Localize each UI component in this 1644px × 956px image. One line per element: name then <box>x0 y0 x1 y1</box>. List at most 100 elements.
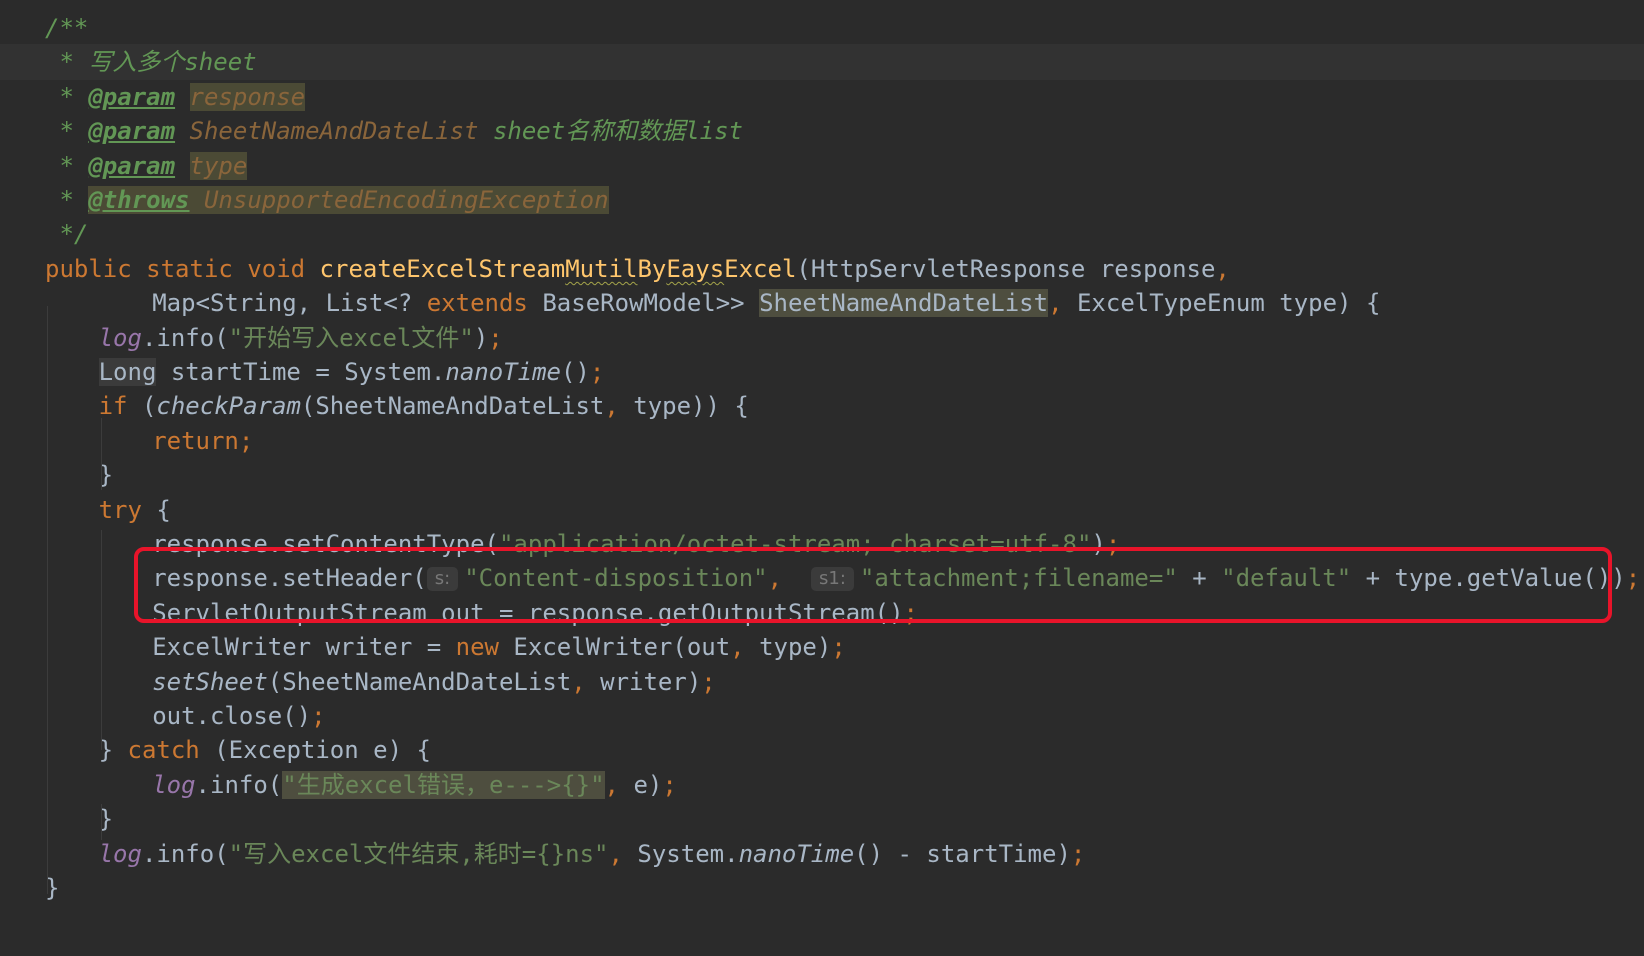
code-token: e) <box>633 770 663 799</box>
code-text: * @param type <box>45 148 248 184</box>
code-token: Long <box>98 358 157 386</box>
code-token: /** <box>45 14 89 42</box>
code-token: catch <box>127 736 200 765</box>
code-token: , <box>608 839 638 868</box>
code-line[interactable]: return; <box>0 423 1644 459</box>
code-token: extends <box>426 289 528 318</box>
code-text: ServletOutputStream out = response.getOu… <box>152 595 918 631</box>
code-token: "attachment;filename=" <box>859 564 1178 593</box>
code-token: (SheetNameAndDateList <box>300 392 605 421</box>
code-token: () <box>560 358 590 386</box>
code-token: (HttpServletResponse response <box>796 254 1216 283</box>
code-token: * 写入多个sheet <box>45 48 257 77</box>
code-line[interactable]: * @param SheetNameAndDateList sheet名称和数据… <box>0 113 1644 149</box>
code-token: "开始写入excel文件" <box>228 323 474 352</box>
code-token: "写入excel文件结束,耗时={}ns" <box>228 839 609 868</box>
code-token: new <box>455 633 499 662</box>
code-token: , <box>767 564 811 593</box>
code-token: SheetNameAndDateList <box>189 117 479 146</box>
code-text: public static void createExcelStreamMuti… <box>45 251 1230 287</box>
code-token: ; <box>589 358 605 386</box>
code-line[interactable]: ExcelWriter writer = new ExcelWriter(out… <box>0 629 1644 665</box>
code-line[interactable]: log.info("开始写入excel文件"); <box>0 320 1644 356</box>
code-line[interactable]: if (checkParam(SheetNameAndDateList, typ… <box>0 388 1644 424</box>
code-line[interactable]: } <box>0 801 1644 837</box>
indent-guide <box>47 306 48 894</box>
code-token: , <box>1048 289 1077 318</box>
code-token: response.setHeader( <box>152 564 427 593</box>
code-line[interactable]: /** <box>0 10 1644 46</box>
code-text: log.info("写入excel文件结束,耗时={}ns", System.n… <box>99 836 1086 872</box>
code-token: type <box>189 151 248 180</box>
code-line[interactable]: try { <box>0 492 1644 528</box>
code-text: * @param SheetNameAndDateList sheet名称和数据… <box>45 113 743 149</box>
code-text: if (checkParam(SheetNameAndDateList, typ… <box>99 388 749 424</box>
code-line[interactable]: } <box>0 457 1644 493</box>
code-text: * @throws UnsupportedEncodingException <box>45 182 609 218</box>
code-line[interactable]: Map<String, List<? extends BaseRowModel>… <box>0 285 1644 321</box>
code-token: .info( <box>141 323 229 352</box>
code-line[interactable]: public static void createExcelStreamMuti… <box>0 251 1644 287</box>
code-token: } <box>98 736 128 765</box>
code-text: log.info("生成excel错误，e--->{}", e); <box>152 767 677 803</box>
code-text: response.setContentType("application/oct… <box>152 526 1120 562</box>
code-token: nanoTime <box>445 358 561 386</box>
code-token: SheetNameAndDateList <box>759 289 1049 318</box>
code-token: , <box>571 667 601 696</box>
code-text: ExcelWriter writer = new ExcelWriter(out… <box>152 629 846 665</box>
code-text: try { <box>99 492 171 528</box>
code-token: , <box>604 392 634 421</box>
code-text: log.info("开始写入excel文件"); <box>99 320 503 356</box>
code-line[interactable]: Long startTime = System.nanoTime(); <box>0 354 1644 390</box>
code-line[interactable]: */ <box>0 216 1644 252</box>
code-text: response.setHeader(s: "Content-dispositio… <box>152 560 1640 596</box>
code-token: createExcelStream <box>319 254 566 283</box>
code-line[interactable]: setSheet(SheetNameAndDateList, writer); <box>0 664 1644 700</box>
code-token: response <box>189 82 306 111</box>
code-token: log <box>152 770 196 799</box>
code-token: , <box>730 633 760 662</box>
code-text: out.close(); <box>152 698 325 734</box>
parameter-hint: s: <box>426 567 459 592</box>
code-token: () - startTime) <box>854 839 1071 868</box>
code-token: Eays <box>666 254 725 283</box>
code-token: @throws <box>88 186 190 214</box>
code-line[interactable]: * @param response <box>0 79 1644 115</box>
code-line[interactable]: } catch (Exception e) { <box>0 732 1644 768</box>
code-text: */ <box>45 216 88 252</box>
code-line[interactable]: log.info("写入excel文件结束,耗时={}ns", System.n… <box>0 836 1644 872</box>
code-token: ; <box>701 667 716 696</box>
code-token: ; <box>831 633 846 662</box>
code-token: + type.getValue()) <box>1351 564 1626 593</box>
code-token: @param <box>88 82 176 111</box>
code-line[interactable]: * @param type <box>0 148 1644 184</box>
code-token: out.close() <box>152 702 312 730</box>
code-token: + <box>1177 564 1222 593</box>
code-line[interactable]: ServletOutputStream out = response.getOu… <box>0 595 1644 631</box>
code-token: try <box>98 495 142 524</box>
code-token: ExcelTypeEnum type) { <box>1076 289 1381 318</box>
code-token: return; <box>152 426 254 455</box>
code-line[interactable]: out.close(); <box>0 698 1644 734</box>
code-token: * <box>45 151 89 180</box>
code-token: ; <box>488 323 503 352</box>
indent-guide <box>101 418 102 490</box>
indent-guide <box>101 804 102 840</box>
code-token: * <box>45 82 89 111</box>
code-line[interactable]: * 写入多个sheet <box>0 44 1644 81</box>
code-text: /** <box>45 10 88 46</box>
code-token: setSheet <box>152 667 268 696</box>
code-line[interactable]: response.setContentType("application/oct… <box>0 526 1644 562</box>
code-token: writer) <box>600 667 702 696</box>
parameter-hint: s1: <box>810 567 854 592</box>
code-line[interactable]: * @throws UnsupportedEncodingException <box>0 182 1644 218</box>
code-line[interactable]: response.setHeader(s: "Content-dispositio… <box>0 560 1644 596</box>
code-line[interactable]: log.info("生成excel错误，e--->{}", e); <box>0 767 1644 803</box>
code-token: (Exception e) { <box>199 736 431 765</box>
code-token: "生成excel错误，e--->{}" <box>282 770 605 799</box>
code-token: UnsupportedEncodingException <box>203 186 609 214</box>
code-token: checkParam <box>156 392 301 421</box>
indent-guide <box>101 530 102 750</box>
code-editor[interactable]: /** * 写入多个sheet * @param response * @par… <box>0 0 1644 956</box>
code-line[interactable]: } <box>0 870 1644 906</box>
